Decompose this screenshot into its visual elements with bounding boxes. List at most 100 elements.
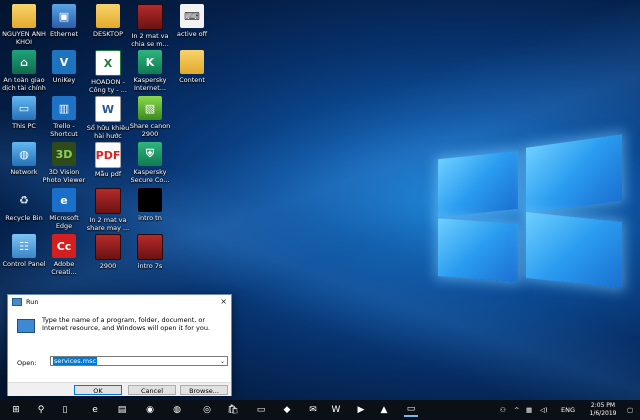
desktop-icon[interactable]: e Microsoft Edge [42,188,86,230]
desktop-icon[interactable]: K Kaspersky Internet... [128,50,172,92]
logo-pane-bottom-right [526,211,622,289]
desktop-icon[interactable]: DESKTOP [86,4,130,38]
mail-icon[interactable]: ✉ [306,403,320,417]
desktop-icon[interactable]: ⌨ active off [170,4,214,38]
desktop-icon-label: In 2 mat va chia se m... [131,32,169,48]
desktop-icon[interactable]: Content [170,50,214,84]
desktop-icon-label: Control Panel [2,260,46,268]
video-file-icon [95,234,121,260]
desktop-icon-label: Content [179,76,205,84]
desktop-icon[interactable]: 2900 [86,234,130,270]
desktop-icon-label: Mẫu pdf [94,170,122,178]
desktop-icon[interactable]: W Sổ hữu khiêu hài hước [86,96,130,140]
this-pc-icon: ▭ [12,96,36,120]
search-icon[interactable]: ⚲ [34,403,48,417]
word-icon[interactable]: W [329,403,343,417]
desktop-icon[interactable]: PDF Mẫu pdf [86,142,130,178]
close-icon[interactable]: × [220,297,227,306]
desktop-icon-label: HOADON - Công ty - ... [89,78,127,94]
kaspersky-internet-icon: K [138,50,162,74]
ok-button[interactable]: OK [74,385,122,395]
chrome-icon[interactable]: ◉ [143,403,157,417]
chevron-down-icon[interactable]: ⌄ [220,358,225,365]
media-icon[interactable]: ▶ [354,403,368,417]
active-off-icon: ⌨ [180,4,204,28]
store-icon[interactable]: 🛍 [226,403,240,417]
desktop-icon-label: This PC [12,122,36,130]
desktop-icon[interactable]: intro tn [128,188,172,222]
file-explorer-icon[interactable]: ▤ [115,403,129,417]
open-input[interactable]: services.msc ⌄ [50,356,228,366]
language-indicator[interactable]: ENG [561,400,575,420]
desktop-icon[interactable]: ☷ Control Panel [2,234,46,268]
run-footer: OK Cancel Browse... [8,382,231,396]
desktop-icon-label: 3D Vision Photo Viewer [42,168,86,184]
desktop-icon[interactable]: ▧ Share canon 2900 [128,96,172,138]
desktop-icon-label: Kaspersky Secure Co... [130,168,170,184]
logo-pane-bottom-left [438,218,518,282]
recycle-bin-icon: ♻ [19,193,29,207]
open-label: Open: [17,359,37,367]
people-icon[interactable]: ⚇ [500,400,506,420]
desktop-icon[interactable]: 3D 3D Vision Photo Viewer [42,142,86,184]
desktop-icon-label: Microsoft Edge [49,214,79,230]
cancel-button[interactable]: Cancel [128,385,176,395]
clock[interactable]: 2:05 PM 1/6/2019 [583,402,623,418]
task-view-icon[interactable]: ▯ [58,403,72,417]
image-viewer-icon[interactable]: ▲ [377,403,391,417]
user-folder-icon [12,4,36,28]
desktop-icon[interactable]: X HOADON - Công ty - ... [86,50,130,94]
desktop-icon-label: Network [10,168,38,176]
clock-time: 2:05 PM [590,402,616,409]
desktop-icon[interactable]: ▭ This PC [2,96,46,130]
trello-icon: ▥ [52,96,76,120]
edge-icon: e [52,188,76,212]
video-file-icon [95,188,121,214]
desktop-icon[interactable]: Cc Adobe Creati... [42,234,86,276]
volume-icon[interactable]: ◁) [540,400,548,420]
edge-icon[interactable]: e [88,403,102,417]
desktop-icon-label: Share canon 2900 [129,122,171,138]
run-title-bar[interactable]: Run × [8,295,231,309]
desktop-icon[interactable]: ♻ Recycle Bin [2,188,46,223]
desktop-icon[interactable]: NGUYEN ANH KHOI [2,4,46,46]
firefox-orange-icon[interactable]: ◎ [200,403,214,417]
adobe-cc-icon: Cc [52,234,76,258]
desktop-icon[interactable]: ▥ Trello - Shortcut [42,96,86,138]
network-icon: ◍ [12,142,36,166]
run-icon[interactable]: ▭ [404,403,418,417]
desktop-icon[interactable]: In 2 mat va share may ... [86,188,130,232]
desktop-icon[interactable]: V UniKey [42,50,86,84]
desktop-icon[interactable]: ◍ Network [2,142,46,176]
folder-icon [180,50,204,74]
black-video-icon [138,188,162,212]
desktop-icon-label: Recycle Bin [5,214,43,222]
kaspersky-secure-icon: ⛨ [138,142,162,166]
tray-chevron-icon[interactable]: ^ [514,400,519,420]
desktop-icon[interactable]: intro 7s [128,234,172,270]
firefox-icon[interactable]: ◍ [170,403,184,417]
word-file-icon: W [95,96,121,122]
browse-button[interactable]: Browse... [180,385,228,395]
run-description: Type the name of a program, folder, docu… [42,316,211,332]
run-icon [12,298,22,306]
network-icon[interactable]: ▦ [526,400,532,420]
start-icon[interactable]: ⊞ [9,403,23,417]
image-file-icon: ▧ [138,96,162,120]
desktop-icon-label: NGUYEN ANH KHOI [2,30,46,46]
desktop-icon[interactable]: ⛨ Kaspersky Secure Co... [128,142,172,184]
desktop-icon-label: 2900 [99,262,117,270]
desktop-icon[interactable]: In 2 mat va chia se m... [128,4,172,48]
open-input-value[interactable]: services.msc [53,357,98,365]
notification-icon[interactable]: ▢ [627,400,633,420]
photos-icon[interactable]: ▭ [254,403,268,417]
desktop-icon-label: Trello - Shortcut [50,122,78,138]
desktop-icon-label: intro tn [138,214,162,222]
desktop-icon[interactable]: ⌂ An toàn giao dịch tài chính [2,50,46,92]
run-body: Type the name of a program, folder, docu… [8,309,231,396]
excel-file-icon: X [95,50,121,76]
desktop-icon-label: Ethernet [50,30,78,38]
video-file-icon [137,234,163,260]
app-icon[interactable]: ◆ [280,403,294,417]
desktop-icon[interactable]: ▣ Ethernet [42,4,86,38]
